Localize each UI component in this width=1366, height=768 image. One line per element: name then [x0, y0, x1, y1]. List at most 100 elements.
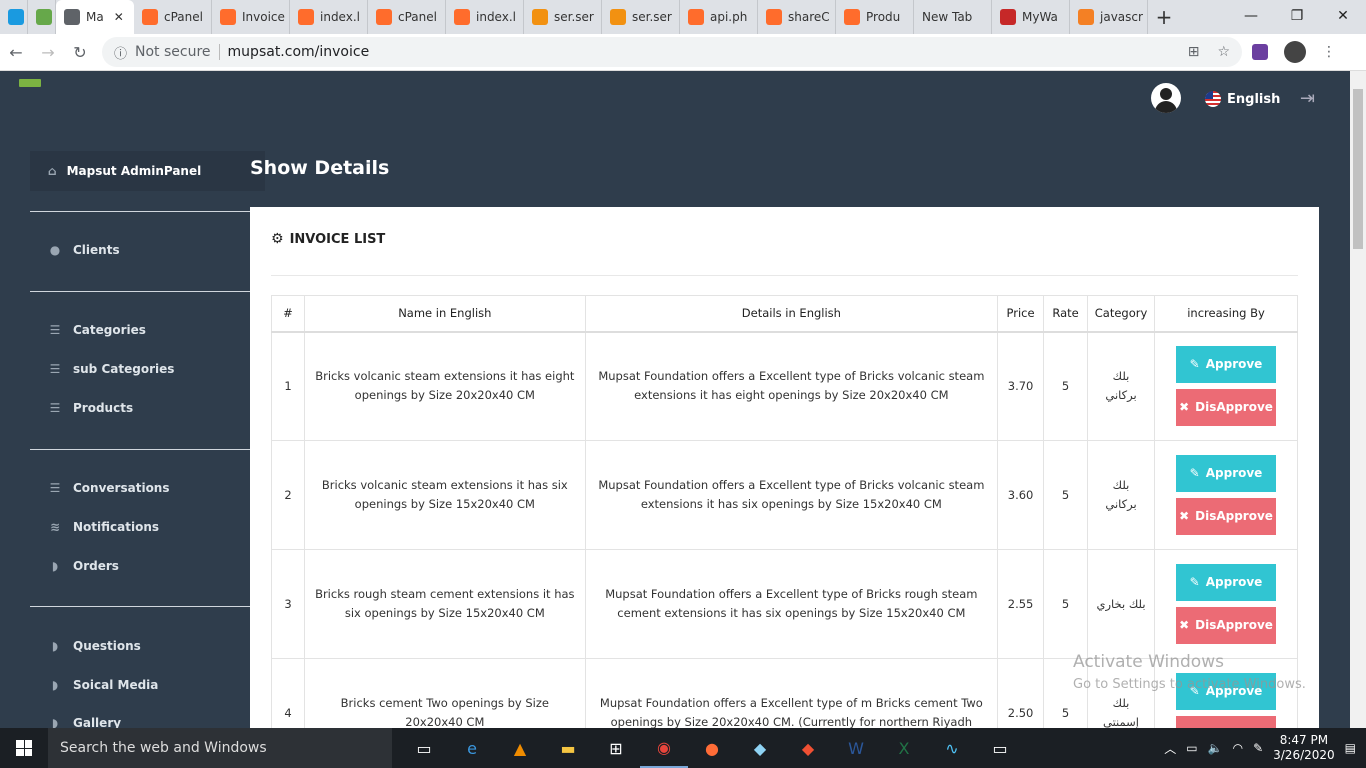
disapprove-button[interactable]: ✖DisApprove	[1176, 498, 1276, 535]
tab-label: javascr	[1100, 10, 1143, 24]
omnibox[interactable]: ⓘ Not secure mupsat.com/invoice ⊞ ☆	[102, 37, 1242, 67]
edit-icon: ✎	[1189, 357, 1200, 372]
app-logo[interactable]	[19, 79, 41, 87]
info-icon[interactable]: ⓘ	[114, 43, 127, 62]
approve-label: Approve	[1205, 575, 1263, 589]
stackoverflow-icon	[1078, 9, 1094, 25]
notepad-icon[interactable]: ◆	[736, 728, 784, 768]
store-icon[interactable]: ⊞	[592, 728, 640, 768]
start-button[interactable]	[0, 728, 48, 768]
extension-icon[interactable]	[1252, 44, 1268, 60]
scrollbar-thumb[interactable]	[1353, 89, 1363, 249]
browser-tab[interactable]: index.l	[446, 0, 524, 34]
forward-icon[interactable]: →	[32, 36, 64, 68]
gear-icon: ⚙	[271, 231, 284, 247]
task-view-icon[interactable]: ▭	[400, 728, 448, 768]
sidebar-item-label: Notifications	[73, 520, 160, 534]
browser-tab[interactable]: api.ph	[680, 0, 758, 34]
browser-tab[interactable]: cPanel	[134, 0, 212, 34]
minimize-icon[interactable]: —	[1228, 0, 1274, 32]
close-tab-icon[interactable]: ✕	[114, 10, 124, 24]
back-icon[interactable]: ←	[0, 36, 32, 68]
excel-icon[interactable]: X	[880, 728, 928, 768]
bookmark-star-icon[interactable]: ☆	[1217, 44, 1230, 60]
profile-avatar[interactable]	[1284, 41, 1306, 63]
sidebar-item-label: Conversations	[73, 481, 170, 495]
browser-tab[interactable]: Invoice	[212, 0, 290, 34]
sidebar-item-notifications[interactable]: ≋ Notifications	[48, 520, 159, 534]
sidebar-item-sub-categories[interactable]: ☰ sub Categories	[48, 362, 175, 376]
sidebar-item-clients[interactable]: ● Clients	[48, 243, 120, 257]
analytics-icon[interactable]: ∿	[928, 728, 976, 768]
mywa-icon	[1000, 9, 1016, 25]
word-icon[interactable]: W	[832, 728, 880, 768]
sidebar-item-social-media[interactable]: ◗ Soical Media	[48, 678, 159, 692]
disapprove-button[interactable]: ✖DisApprove	[1176, 607, 1276, 644]
menu-dots-icon[interactable]: ⋮	[1322, 44, 1336, 60]
pen-icon[interactable]: ✎	[1253, 741, 1263, 755]
browser-tab[interactable]: ser.ser	[524, 0, 602, 34]
browser-tab[interactable]: MyWa	[992, 0, 1070, 34]
browser-tab[interactable]: cPanel	[368, 0, 446, 34]
tab-label: MyWa	[1022, 10, 1058, 24]
row-number: 2	[271, 440, 305, 550]
approve-label: Approve	[1205, 357, 1263, 372]
maximize-icon[interactable]: ❐	[1274, 0, 1320, 32]
clock[interactable]: 8:47 PM 3/26/2020	[1273, 733, 1335, 763]
postman-icon[interactable]: ●	[688, 728, 736, 768]
globe-icon	[64, 9, 80, 25]
reload-icon[interactable]: ↻	[64, 36, 96, 68]
logout-icon[interactable]: ⇥	[1300, 88, 1315, 109]
sidebar-item-products[interactable]: ☰ Products	[48, 401, 133, 415]
sidebar-item-questions[interactable]: ◗ Questions	[48, 639, 141, 653]
disapprove-button[interactable]: ✖DisApprove	[1176, 716, 1276, 728]
cpanel-icon	[766, 9, 782, 25]
browser-tab[interactable]: javascr	[1070, 0, 1148, 34]
terminal-icon[interactable]: ▭	[976, 728, 1024, 768]
browser-tab[interactable]: shareC	[758, 0, 836, 34]
sidebar: ⌂ Mapsut AdminPanel ● Clients ☰ Categori…	[30, 121, 265, 730]
row-category: بلك بخاري	[1087, 549, 1155, 659]
file-explorer-icon[interactable]: ▬	[544, 728, 592, 768]
edge-icon[interactable]: e	[448, 728, 496, 768]
user-icon: ●	[49, 243, 61, 257]
browser-tab[interactable]	[0, 0, 28, 34]
translate-icon[interactable]: ⊞	[1188, 44, 1200, 60]
browser-tab[interactable]: New Tab	[914, 0, 992, 34]
volume-icon[interactable]: 🔈	[1208, 741, 1223, 755]
disapprove-label: DisApprove	[1195, 509, 1273, 523]
new-tab-icon[interactable]: +	[1148, 0, 1180, 34]
browser-tab[interactable]: index.l	[290, 0, 368, 34]
card-title-text: INVOICE LIST	[289, 231, 386, 247]
browser-tab[interactable]: Produ	[836, 0, 914, 34]
sidebar-item-conversations[interactable]: ☰ Conversations	[48, 481, 170, 495]
chrome-icon[interactable]: ◉	[640, 728, 688, 768]
notifications-icon[interactable]: ▤	[1345, 741, 1356, 755]
invoice-card: ⚙ INVOICE LIST # Name in English Details…	[250, 207, 1319, 728]
taskbar-search[interactable]: Search the web and Windows	[48, 728, 392, 768]
user-avatar[interactable]	[1151, 83, 1181, 113]
chevron-up-icon[interactable]: ︿	[1164, 740, 1176, 757]
wifi-icon[interactable]: ◠	[1233, 741, 1243, 755]
page-scrollbar[interactable]	[1350, 71, 1366, 728]
battery-icon[interactable]: ▭	[1186, 741, 1197, 755]
browser-tab[interactable]: Ma ✕	[56, 0, 134, 34]
browser-tab[interactable]	[28, 0, 56, 34]
vlc-icon[interactable]: ▲	[496, 728, 544, 768]
language-switcher[interactable]: English	[1205, 91, 1280, 107]
disapprove-button[interactable]: ✖DisApprove	[1176, 389, 1276, 427]
row-number: 1	[271, 331, 305, 441]
us-flag-icon	[1205, 91, 1221, 107]
approve-button[interactable]: ✎ Approve	[1176, 346, 1276, 384]
approve-button[interactable]: ✎ Approve	[1176, 455, 1276, 492]
git-icon[interactable]: ◆	[784, 728, 832, 768]
sidebar-item-orders[interactable]: ◗ Orders	[48, 559, 119, 573]
sidebar-item-categories[interactable]: ☰ Categories	[48, 323, 146, 337]
url-text[interactable]: mupsat.com/invoice	[228, 44, 370, 60]
tab-label: New Tab	[922, 10, 973, 24]
sidebar-item-admin-panel[interactable]: ⌂ Mapsut AdminPanel	[30, 151, 265, 191]
approve-button[interactable]: ✎ Approve	[1176, 564, 1276, 601]
row-price: 3.60	[997, 440, 1045, 550]
browser-tab[interactable]: ser.ser	[602, 0, 680, 34]
close-window-icon[interactable]: ✕	[1320, 0, 1366, 32]
